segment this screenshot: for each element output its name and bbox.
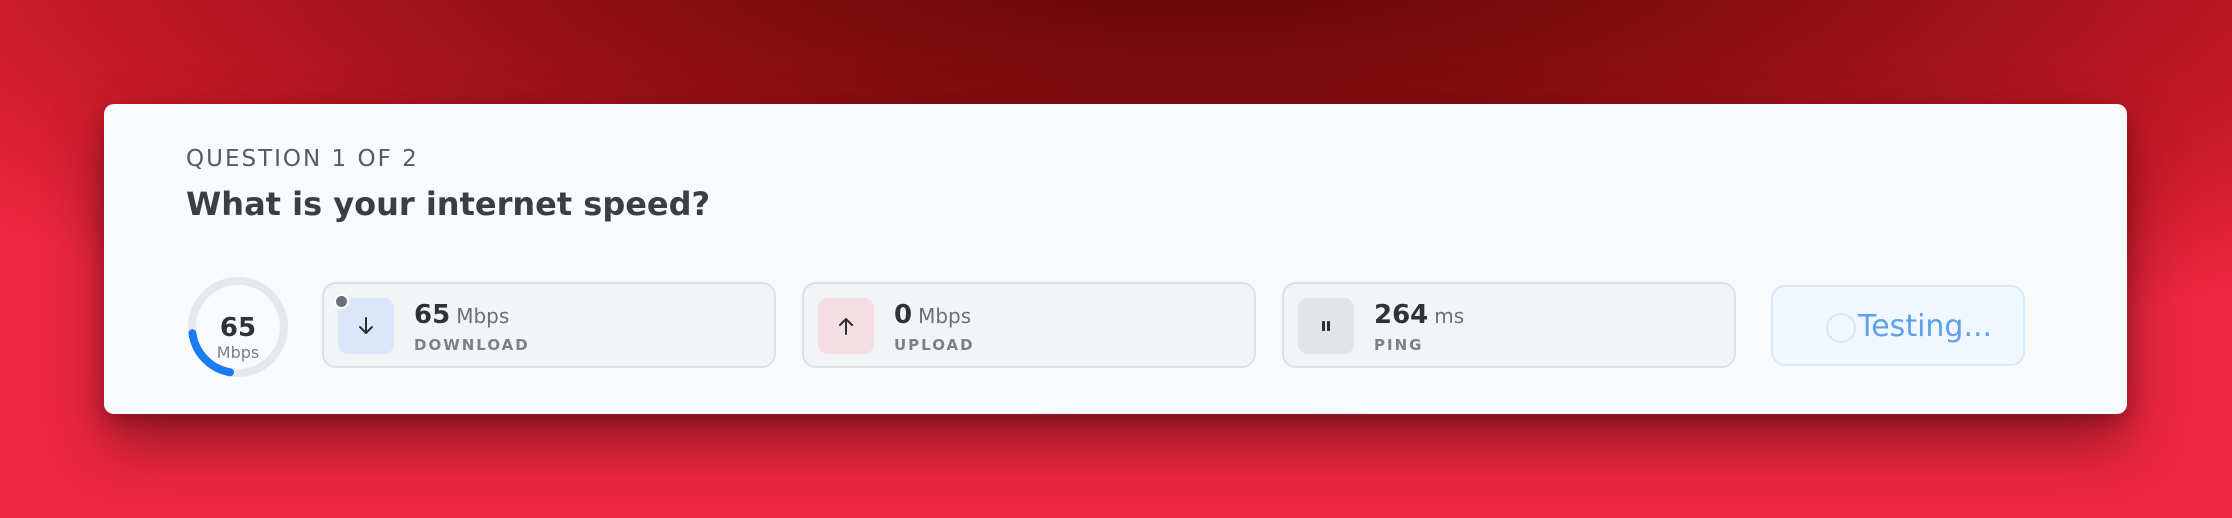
- speed-test-card: QUESTION 1 OF 2 What is your internet sp…: [104, 104, 2127, 414]
- ping-icon-box: [1298, 298, 1354, 354]
- status-dot: [334, 294, 349, 309]
- arrow-down-icon: [359, 317, 373, 334]
- speed-gauge: 65 Mbps: [186, 275, 290, 379]
- download-stat-card: 65 Mbps DOWNLOAD: [322, 282, 776, 368]
- testing-button-label: Testing...: [1858, 309, 1993, 344]
- testing-button[interactable]: Testing...: [1771, 285, 2025, 366]
- upload-label: UPLOAD: [894, 336, 975, 354]
- ping-label: PING: [1374, 336, 1424, 354]
- upload-icon-box: [818, 298, 874, 354]
- ping-value: 264: [1374, 300, 1429, 330]
- upload-stat-card: 0 Mbps UPLOAD: [802, 282, 1256, 368]
- download-label: DOWNLOAD: [414, 336, 530, 354]
- arrow-up-icon: [839, 318, 853, 335]
- download-value: 65: [414, 300, 451, 330]
- gauge-value: 65: [219, 313, 257, 343]
- gauge-unit: Mbps: [216, 343, 260, 362]
- upload-value: 0: [894, 300, 913, 330]
- question-title: What is your internet speed?: [186, 185, 711, 223]
- pause-icon: [1322, 321, 1330, 331]
- upload-unit: Mbps: [918, 304, 972, 328]
- ping-stat-card: 264 ms PING: [1282, 282, 1736, 368]
- download-unit: Mbps: [456, 304, 510, 328]
- ping-unit: ms: [1434, 304, 1465, 328]
- question-counter: QUESTION 1 OF 2: [186, 146, 419, 172]
- spinner-icon: [1826, 313, 1856, 343]
